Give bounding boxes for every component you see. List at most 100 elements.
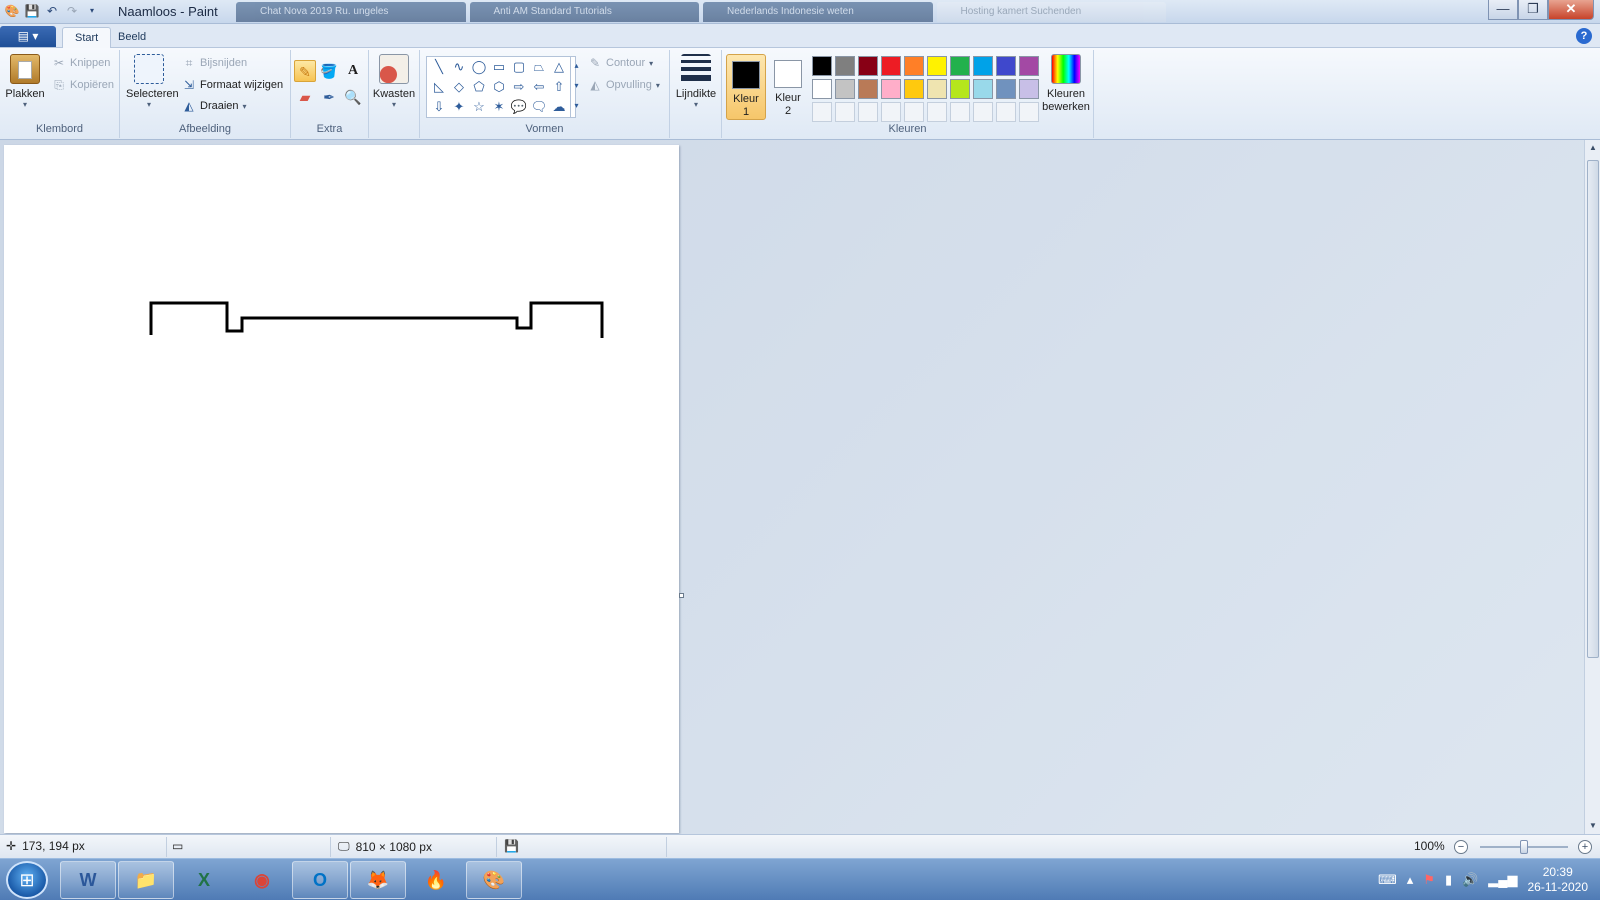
vertical-scrollbar[interactable]: ▲ ▼ (1584, 140, 1600, 834)
shape-callout-oval-icon[interactable]: 🗨 (529, 97, 549, 117)
custom-color-swatch[interactable] (950, 102, 970, 122)
brushes-button[interactable]: Kwasten ▾ (372, 54, 416, 109)
clock[interactable]: 20:39 26-11-2020 (1528, 865, 1589, 895)
color-swatch[interactable] (881, 79, 901, 99)
color-swatch[interactable] (1019, 56, 1039, 76)
color-swatch[interactable] (996, 79, 1016, 99)
save-icon[interactable]: 💾 (24, 3, 40, 19)
file-menu-button[interactable]: ▤ ▾ (0, 26, 56, 47)
custom-color-swatch[interactable] (812, 102, 832, 122)
paste-button[interactable]: Plakken ▾ (4, 54, 46, 109)
line-width-button[interactable]: Lijndikte ▾ (674, 54, 718, 109)
help-icon[interactable]: ? (1576, 28, 1592, 44)
tab-start[interactable]: Start (62, 27, 112, 48)
crop-button[interactable]: ⌗ Bijsnijden (182, 56, 247, 70)
fill-bucket-icon[interactable]: 🪣 (318, 60, 340, 82)
taskbar-chrome[interactable]: ◉ (234, 861, 290, 899)
custom-color-swatch[interactable] (996, 102, 1016, 122)
shape-diamond-icon[interactable]: ◇ (449, 77, 469, 97)
color-swatch[interactable] (1019, 79, 1039, 99)
shape-line-icon[interactable]: ╲ (429, 57, 449, 77)
drawing-canvas[interactable] (4, 145, 679, 833)
shape-callout-cloud-icon[interactable]: ☁ (549, 97, 569, 117)
color-swatch[interactable] (812, 56, 832, 76)
taskbar-firefox[interactable]: 🦊 (350, 861, 406, 899)
taskbar-app[interactable]: 🔥 (408, 861, 464, 899)
eraser-icon[interactable]: ▰ (294, 86, 316, 108)
shape-arrow-left-icon[interactable]: ⇦ (529, 77, 549, 97)
start-button[interactable]: ⊞ (6, 861, 48, 899)
shape-hexagon-icon[interactable]: ⬡ (489, 77, 509, 97)
zoom-in-icon[interactable]: + (1578, 840, 1592, 854)
scrollbar-thumb[interactable] (1587, 160, 1599, 658)
zoom-out-icon[interactable]: − (1454, 840, 1468, 854)
shape-rounded-rectangle-icon[interactable]: ▢ (509, 57, 529, 77)
volume-icon[interactable]: 🔊 (1462, 872, 1478, 888)
tab-beeld[interactable]: Beeld (106, 27, 158, 48)
shape-polygon-icon[interactable]: ⏢ (529, 57, 549, 77)
color1-button[interactable]: Kleur 1 (726, 54, 766, 120)
custom-color-swatch[interactable] (973, 102, 993, 122)
select-button[interactable]: Selecteren ▾ (126, 54, 179, 109)
rotate-button[interactable]: ◭ Draaien ▾ (182, 99, 246, 113)
scroll-up-icon[interactable]: ▲ (1585, 140, 1600, 156)
color-picker-icon[interactable]: ✒ (318, 86, 340, 108)
network-icon[interactable]: ▂▄▆ (1488, 872, 1517, 888)
zoom-slider-thumb[interactable] (1520, 840, 1528, 854)
shape-curve-icon[interactable]: ∿ (449, 57, 469, 77)
color-swatch[interactable] (973, 79, 993, 99)
shape-star5-icon[interactable]: ☆ (469, 97, 489, 117)
magnifier-icon[interactable]: 🔍 (342, 86, 364, 108)
taskbar-excel[interactable]: X (176, 861, 232, 899)
custom-color-swatch[interactable] (858, 102, 878, 122)
color-swatch[interactable] (950, 56, 970, 76)
shape-pentagon-icon[interactable]: ⬠ (469, 77, 489, 97)
power-icon[interactable]: ▮ (1445, 872, 1452, 888)
color-swatch[interactable] (973, 56, 993, 76)
shape-right-triangle-icon[interactable]: ◺ (429, 77, 449, 97)
color-swatch[interactable] (904, 79, 924, 99)
shape-oval-icon[interactable]: ◯ (469, 57, 489, 77)
shape-arrow-up-icon[interactable]: ⇧ (549, 77, 569, 97)
customize-qat-icon[interactable]: ▾ (84, 3, 100, 19)
color-swatch[interactable] (812, 79, 832, 99)
color-swatch[interactable] (950, 79, 970, 99)
shape-callout-rect-icon[interactable]: 💬 (509, 97, 529, 117)
color-swatch[interactable] (835, 79, 855, 99)
taskbar-explorer[interactable]: 📁 (118, 861, 174, 899)
copy-button[interactable]: ⎘ Kopiëren (52, 78, 114, 92)
shape-arrow-right-icon[interactable]: ⇨ (509, 77, 529, 97)
redo-icon[interactable]: ↷ (64, 3, 80, 19)
show-hidden-icon[interactable]: ▴ (1407, 872, 1414, 888)
edit-colors-button[interactable]: Kleuren bewerken (1040, 54, 1092, 114)
custom-color-swatch[interactable] (835, 102, 855, 122)
text-icon[interactable]: A (342, 60, 364, 82)
color-swatch[interactable] (904, 56, 924, 76)
custom-color-swatch[interactable] (927, 102, 947, 122)
color2-button[interactable]: Kleur 2 (768, 54, 808, 120)
pencil-icon[interactable]: ✎ (294, 60, 316, 82)
keyboard-icon[interactable]: ⌨ (1378, 872, 1397, 888)
custom-color-swatch[interactable] (881, 102, 901, 122)
shape-star4-icon[interactable]: ✦ (449, 97, 469, 117)
shapes-scroll[interactable]: ▴ ▾ ▾ (570, 56, 582, 118)
shape-star6-icon[interactable]: ✶ (489, 97, 509, 117)
color-swatch[interactable] (835, 56, 855, 76)
fill-button[interactable]: ◭ Opvulling ▾ (588, 78, 660, 92)
paint-app-icon[interactable]: 🎨 (4, 3, 20, 19)
taskbar-paint[interactable]: 🎨 (466, 861, 522, 899)
color-swatch[interactable] (881, 56, 901, 76)
action-center-icon[interactable]: ⚑ (1423, 872, 1435, 888)
custom-color-swatch[interactable] (1019, 102, 1039, 122)
shape-triangle-icon[interactable]: △ (549, 57, 569, 77)
shape-rectangle-icon[interactable]: ▭ (489, 57, 509, 77)
color-swatch[interactable] (996, 56, 1016, 76)
maximize-button[interactable]: ❐ (1518, 0, 1548, 20)
undo-icon[interactable]: ↶ (44, 3, 60, 19)
cut-button[interactable]: ✂ Knippen (52, 56, 110, 70)
scroll-down-icon[interactable]: ▼ (1585, 818, 1600, 834)
custom-color-swatch[interactable] (904, 102, 924, 122)
resize-button[interactable]: ⇲ Formaat wijzigen (182, 78, 283, 92)
close-button[interactable]: ✕ (1548, 0, 1594, 20)
taskbar-word[interactable]: W (60, 861, 116, 899)
